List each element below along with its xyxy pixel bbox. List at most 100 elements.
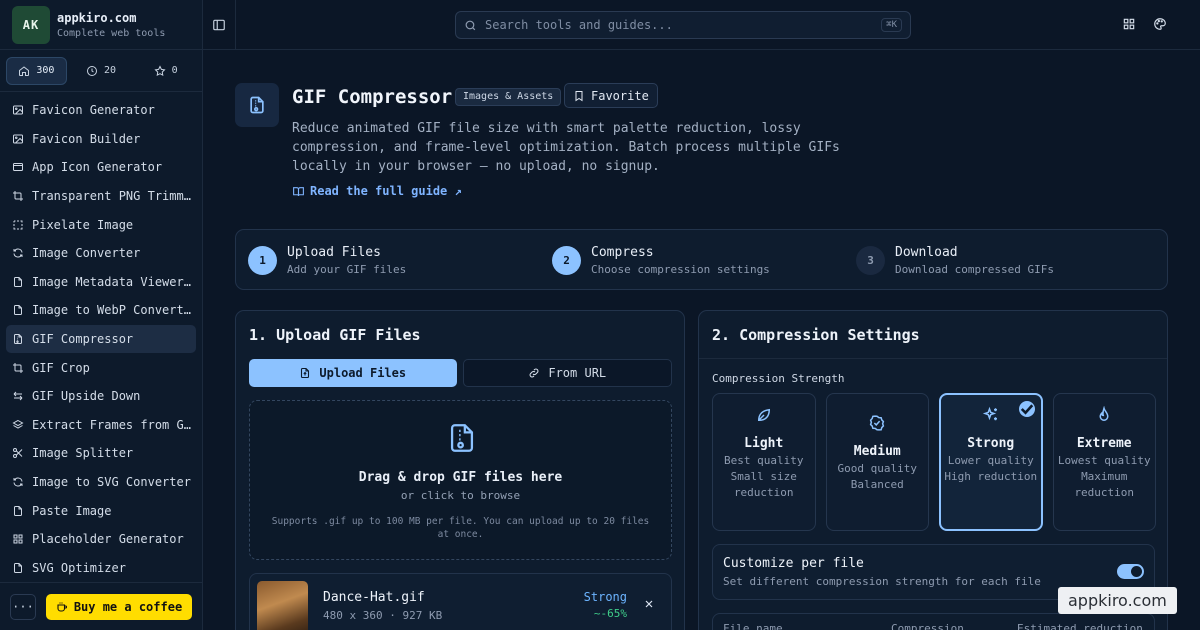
column-file-name: File name bbox=[723, 622, 783, 630]
sidebar-item[interactable]: Image Converter bbox=[6, 239, 196, 268]
file-row[interactable]: Dance-Hat.gif 480 x 360 · 927 KB Strong … bbox=[249, 573, 672, 630]
sidebar-item[interactable]: Transparent PNG Trimm… bbox=[6, 182, 196, 211]
sidebar-item[interactable]: Placeholder Generator bbox=[6, 525, 196, 554]
counter-favorites-value: 0 bbox=[171, 65, 178, 76]
option-name: Medium bbox=[853, 444, 901, 459]
upload-heading: 1. Upload GIF Files bbox=[249, 326, 421, 344]
sidebar-item[interactable]: Image to SVG Converter bbox=[6, 468, 196, 497]
upload-tabs: Upload Files From URL bbox=[249, 359, 672, 387]
flip-icon bbox=[13, 391, 23, 401]
customize-title: Customize per file bbox=[723, 556, 864, 571]
sidebar-item[interactable]: Paste Image bbox=[6, 496, 196, 525]
sidebar-panel-icon bbox=[213, 19, 225, 30]
file-zip-icon bbox=[450, 424, 474, 452]
search-shortcut: ⌘K bbox=[881, 18, 902, 32]
search-bar[interactable]: Search tools and guides... ⌘K bbox=[455, 11, 911, 39]
file-icon bbox=[14, 562, 22, 573]
avatar: AK bbox=[12, 5, 50, 44]
favorite-label: Favorite bbox=[591, 88, 649, 103]
sidebar-item[interactable]: GIF Upside Down bbox=[6, 382, 196, 411]
star-icon bbox=[154, 64, 166, 76]
sidebar-item[interactable]: GIF Crop bbox=[6, 353, 196, 382]
sidebar-item-label: Placeholder Generator bbox=[32, 532, 184, 547]
option-medium[interactable]: Medium Good quality Balanced bbox=[825, 393, 929, 531]
more-button[interactable]: ··· bbox=[10, 593, 36, 620]
read-guide-label: Read the full guide ↗ bbox=[310, 184, 462, 198]
file-meta: 480 x 360 · 927 KB bbox=[323, 609, 443, 622]
sidebar-item-label: Image Splitter bbox=[32, 446, 134, 461]
selected-check-icon bbox=[1018, 401, 1035, 417]
sidebar-item[interactable]: Favicon Builder bbox=[6, 125, 196, 154]
sidebar-item[interactable]: Extract Frames from G… bbox=[6, 411, 196, 440]
grid-icon bbox=[13, 534, 23, 544]
option-extreme[interactable]: Extreme Lowest quality Maximum reduction bbox=[1052, 393, 1156, 531]
home-icon bbox=[19, 65, 30, 76]
search-placeholder: Search tools and guides... bbox=[485, 18, 673, 32]
brand-name: appkiro.com bbox=[57, 10, 137, 25]
tab-upload-files[interactable]: Upload Files bbox=[249, 359, 457, 387]
file-reduction: ~-65% bbox=[593, 607, 627, 620]
customize-toggle[interactable] bbox=[1117, 564, 1144, 579]
sidebar-item[interactable]: SVG Optimizer bbox=[6, 554, 196, 583]
remove-file-button[interactable] bbox=[643, 598, 655, 614]
upload-card: 1. Upload GIF Files Upload Files From UR… bbox=[235, 310, 685, 630]
favorite-button[interactable]: Favorite bbox=[564, 83, 658, 108]
layers-icon bbox=[12, 419, 24, 429]
brand-tagline: Complete web tools bbox=[57, 27, 166, 39]
sidebar-item[interactable]: Favicon Generator bbox=[6, 96, 196, 125]
topbar: Search tools and guides... ⌘K bbox=[203, 0, 1200, 50]
settings-heading: 2. Compression Settings bbox=[699, 311, 1167, 359]
drop-note: Supports .gif up to 100 MB per file. You… bbox=[271, 516, 650, 540]
sidebar-item[interactable]: Image Metadata Viewer… bbox=[6, 268, 196, 297]
sidebar-item-label: Transparent PNG Trimm… bbox=[32, 189, 191, 204]
file-zip-icon bbox=[250, 96, 264, 114]
page-title: GIF Compressor bbox=[292, 86, 453, 108]
strength-label: Compression Strength bbox=[712, 372, 845, 385]
watermark: appkiro.com bbox=[1058, 587, 1177, 614]
customize-subtitle: Set different compression strength for e… bbox=[723, 575, 1041, 588]
refresh-icon bbox=[13, 477, 23, 487]
crop-icon bbox=[13, 191, 23, 202]
file-thumbnail bbox=[257, 581, 308, 630]
main-content: GIF Compressor Images & Assets Favorite … bbox=[203, 51, 1200, 630]
file-zip-icon bbox=[14, 334, 22, 345]
crop-icon bbox=[13, 362, 23, 373]
step-subtitle: Download compressed GIFs bbox=[895, 263, 1054, 276]
option-description: Good quality Balanced bbox=[837, 462, 917, 491]
sidebar: AK appkiro.com Complete web tools 300 20… bbox=[0, 0, 203, 630]
sidebar-item[interactable]: GIF Compressor bbox=[6, 324, 196, 354]
step-subtitle: Add your GIF files bbox=[287, 263, 407, 276]
bookmark-icon bbox=[575, 90, 583, 101]
counter-recent[interactable]: 20 bbox=[71, 57, 132, 85]
sidebar-item[interactable]: Image Splitter bbox=[6, 439, 196, 468]
counter-recent-value: 20 bbox=[104, 65, 117, 76]
file-icon bbox=[14, 276, 22, 287]
drop-zone[interactable]: Drag & drop GIF files here or click to b… bbox=[249, 400, 672, 560]
sidebar-item[interactable]: Image to WebP Convert… bbox=[6, 296, 196, 325]
sidebar-item-label: Pixelate Image bbox=[32, 217, 134, 232]
tab-from-url[interactable]: From URL bbox=[462, 359, 672, 387]
option-light[interactable]: Light Best quality Small size reduction bbox=[712, 393, 816, 531]
sidebar-item-label: Image Metadata Viewer… bbox=[32, 274, 191, 289]
read-guide-link[interactable]: Read the full guide ↗ bbox=[292, 184, 462, 198]
sidebar-item[interactable]: Pixelate Image bbox=[6, 210, 196, 239]
sidebar-item-label: Image to WebP Convert… bbox=[32, 303, 191, 318]
counter-favorites[interactable]: 0 bbox=[135, 57, 196, 85]
sidebar-item[interactable]: App Icon Generator bbox=[6, 153, 196, 182]
progress-steps: 1 Upload Files Add your GIF files 2 Compr… bbox=[235, 229, 1168, 290]
toggle-sidebar-button[interactable] bbox=[203, 0, 236, 50]
brand[interactable]: AK appkiro.com Complete web tools bbox=[0, 0, 202, 50]
buy-coffee-button[interactable]: Buy me a coffee bbox=[46, 593, 192, 620]
search-icon bbox=[465, 20, 476, 30]
file-upload-icon bbox=[301, 367, 310, 379]
counter-all-tools[interactable]: 300 bbox=[6, 56, 67, 85]
option-strong[interactable]: Strong Lower quality High reduction bbox=[939, 393, 1043, 531]
palette-icon[interactable] bbox=[1153, 17, 1167, 31]
file-name: Dance-Hat.gif bbox=[323, 590, 425, 605]
step-title: Compress bbox=[591, 245, 654, 260]
grid-view-icon[interactable] bbox=[1122, 17, 1136, 31]
image-icon bbox=[13, 105, 23, 115]
step-download: 3 Download Download compressed GIFs bbox=[856, 245, 1054, 276]
counter-all-value: 300 bbox=[36, 65, 55, 76]
option-name: Extreme bbox=[1076, 436, 1132, 451]
